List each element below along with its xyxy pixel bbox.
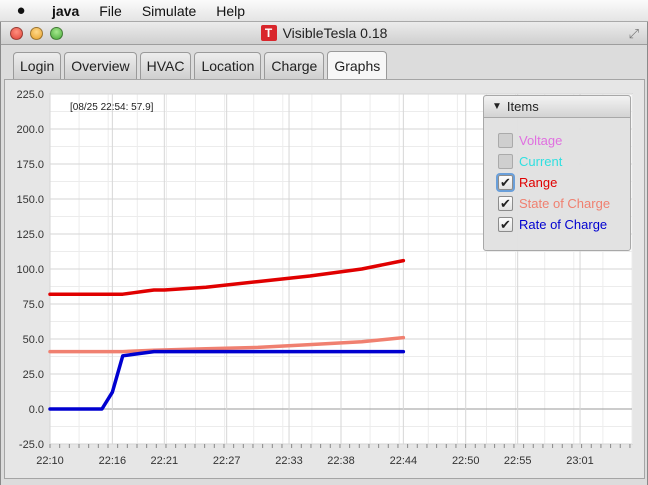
item-checkbox[interactable]: ✔	[498, 196, 513, 211]
item-checkbox[interactable]	[498, 133, 513, 148]
tab-hvac[interactable]: HVAC	[139, 52, 192, 79]
title-bar[interactable]: T VisibleTesla 0.18 ⤢	[1, 22, 647, 45]
menu-simulate[interactable]: Simulate	[132, 3, 206, 19]
items-legend-panel: ▼ Items Voltage Current ✔ Range ✔ State of Ch…	[483, 95, 631, 251]
x-tick-label: 22:27	[213, 455, 241, 467]
tab-bar: Login Overview HVAC Location Charge Grap…	[13, 51, 390, 80]
y-tick-label: 150.0	[16, 194, 44, 206]
items-list: Voltage Current ✔ Range ✔ State of Charge ✔ Rat…	[484, 130, 630, 235]
fullscreen-icon[interactable]: ⤢	[629, 26, 639, 42]
y-tick-label: 25.0	[23, 369, 44, 381]
y-tick-label: 200.0	[16, 124, 44, 136]
x-tick-label: 22:21	[151, 455, 179, 467]
y-tick-label: -25.0	[19, 439, 44, 451]
item-label: Rate of Charge	[519, 217, 608, 232]
item-row-voltage[interactable]: Voltage	[498, 130, 630, 151]
item-row-rate-of-charge[interactable]: ✔ Rate of Charge	[498, 214, 630, 235]
tab-charge[interactable]: Charge	[264, 52, 325, 79]
y-tick-label: 125.0	[16, 229, 44, 241]
x-tick-label: 23:01	[566, 455, 594, 467]
timestamp-label: [08/25 22:54: 57.9]	[70, 102, 154, 113]
menu-help[interactable]: Help	[206, 3, 255, 19]
app-window: T VisibleTesla 0.18 ⤢ Login Overview HVA…	[0, 22, 648, 485]
y-tick-label: 0.0	[29, 404, 44, 416]
x-tick-label: 22:44	[390, 455, 418, 467]
collapse-triangle-icon[interactable]: ▼	[492, 101, 502, 112]
item-checkbox[interactable]: ✔	[498, 175, 513, 190]
minimize-window-button[interactable]	[30, 27, 43, 40]
menu-bar: ● java File Simulate Help	[0, 0, 648, 22]
item-label: Range	[519, 175, 558, 190]
item-label: Voltage	[519, 133, 563, 148]
close-window-button[interactable]	[10, 27, 23, 40]
menu-file[interactable]: File	[89, 3, 132, 19]
x-tick-label: 22:16	[99, 455, 127, 467]
zoom-window-button[interactable]	[50, 27, 63, 40]
window-title: VisibleTesla 0.18	[282, 25, 388, 41]
tab-overview[interactable]: Overview	[64, 52, 137, 79]
x-tick-label: 22:33	[275, 455, 303, 467]
x-tick-label: 22:50	[452, 455, 480, 467]
y-tick-label: 100.0	[16, 264, 44, 276]
item-row-state-of-charge[interactable]: ✔ State of Charge	[498, 193, 630, 214]
item-checkbox[interactable]	[498, 154, 513, 169]
y-tick-label: 175.0	[16, 159, 44, 171]
x-tick-label: 22:38	[327, 455, 355, 467]
item-label: Current	[519, 154, 563, 169]
apple-menu-icon[interactable]: ●	[0, 2, 42, 19]
item-row-range[interactable]: ✔ Range	[498, 172, 630, 193]
items-panel-header[interactable]: ▼ Items	[484, 96, 630, 118]
items-panel-title: Items	[506, 99, 539, 114]
tesla-logo-icon: T	[260, 25, 277, 41]
tab-login[interactable]: Login	[13, 52, 62, 79]
y-tick-label: 225.0	[16, 89, 44, 101]
y-tick-label: 75.0	[23, 299, 44, 311]
tab-location[interactable]: Location	[194, 52, 262, 79]
item-label: State of Charge	[519, 196, 611, 211]
x-tick-label: 22:55	[504, 455, 532, 467]
y-tick-label: 50.0	[23, 334, 44, 346]
x-tick-label: 22:10	[36, 455, 64, 467]
menu-java[interactable]: java	[42, 3, 89, 19]
tab-graphs[interactable]: Graphs	[327, 51, 388, 80]
item-row-current[interactable]: Current	[498, 151, 630, 172]
item-checkbox[interactable]: ✔	[498, 217, 513, 232]
graphs-panel: 225.0 200.0 175.0 150.0 125.0 100.0 75.0 50.0 25…	[4, 79, 645, 479]
